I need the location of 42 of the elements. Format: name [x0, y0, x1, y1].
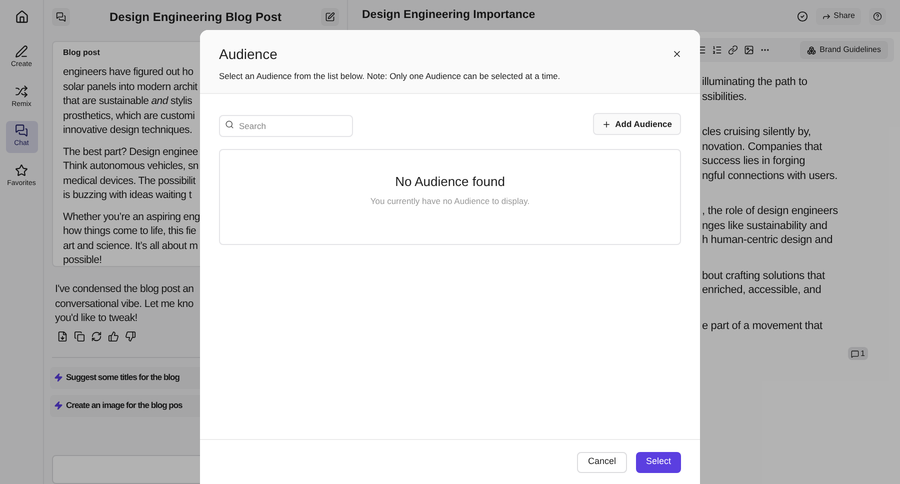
text-line: medical devices. The possibilit [63, 174, 196, 188]
text-line: Think autonomous vehicles, sn [63, 159, 198, 174]
text-line: enriched, accessible, and [702, 283, 822, 298]
comment-count[interactable]: 1 [848, 347, 868, 360]
text-line: The best part? Design enginee [63, 144, 198, 160]
text-line: ngful connections with users. [702, 168, 838, 183]
empty-state-text: You currently have no Audience to display. [370, 194, 530, 208]
text-line: bout crafting solutions that [702, 268, 825, 283]
text-line: h human-centric design and [702, 233, 833, 248]
text-line: how things come to life, this fie [63, 224, 196, 239]
text-line: ssibilities. [702, 90, 747, 104]
document-title: Design Engineering Importance [362, 8, 536, 24]
text-line: illuminating the path to [702, 75, 808, 90]
brand-guidelines-button[interactable]: Brand Guidelines [800, 41, 888, 59]
text-line: that are sustainable and stylis [63, 94, 192, 109]
search-field[interactable]: Search [219, 115, 353, 137]
text-line: is buzzing with ideas waiting t [63, 188, 192, 203]
text-line: , the role of design engineers [702, 204, 838, 218]
text-line: solar panels into modern archit [63, 80, 198, 94]
dialog-subtitle: Select an Audience from the list below. Note: Only one Audience can be selected at a time. [219, 70, 560, 83]
select-button[interactable]: Select [636, 452, 681, 472]
text-line: cles cruising silently by, [702, 125, 811, 140]
panel-title: Design Engineering Blog Post [109, 8, 282, 26]
text-line: Whether you’re an aspiring eng [63, 210, 200, 224]
empty-state-title: No Audience found [395, 173, 505, 191]
share-button[interactable]: Share [816, 8, 861, 24]
card-label: Blog post [63, 47, 100, 60]
text-line: nges like sustainability and [702, 218, 828, 233]
add-audience-button[interactable]: Add Audience [593, 113, 681, 135]
dialog-title: Audience [219, 45, 278, 64]
text-line: engineers have figured out ho [63, 65, 194, 80]
message-line: I've condensed the blog post an [55, 282, 194, 297]
text-line: success lies in forging [702, 154, 806, 168]
message-line: conversational vibe. Let me kno [55, 296, 194, 312]
text-line: possible! [63, 253, 102, 266]
text-line: prosthetics, which are customi [63, 108, 195, 124]
text-line: innovative design techniques. [63, 123, 192, 138]
text-line: novation. Companies that [702, 140, 822, 154]
message-line: you'd like to tweak! [55, 311, 138, 326]
cancel-button[interactable]: Cancel [576, 452, 627, 472]
text-line: e part of a movement that [702, 318, 822, 333]
text-line: art and science. It’s all about m [63, 238, 198, 254]
